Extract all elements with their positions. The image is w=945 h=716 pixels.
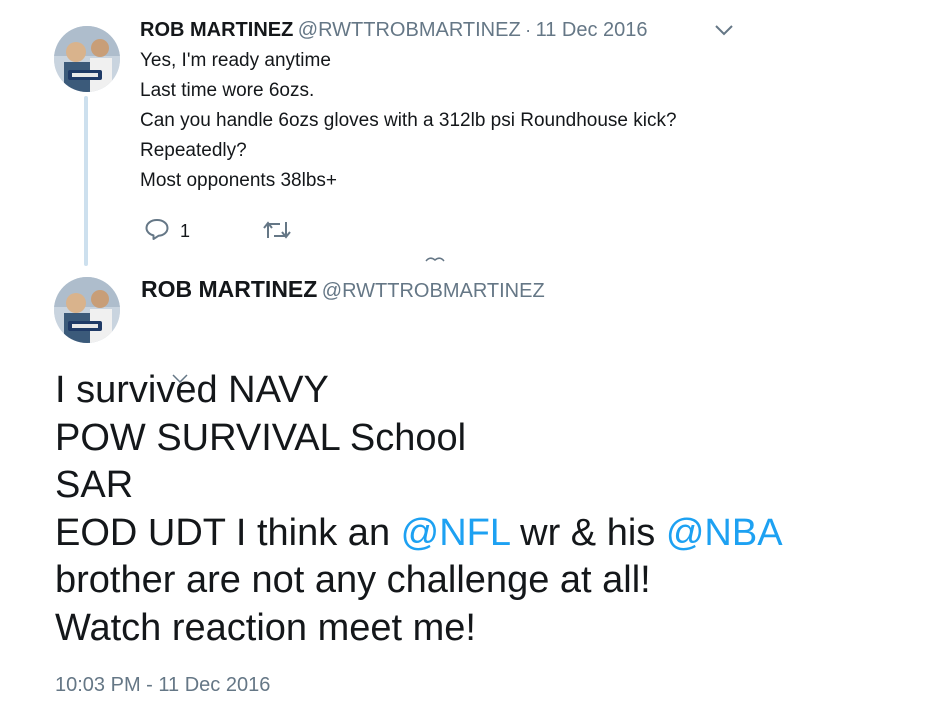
tweet-line: EOD UDT I think an @NFL wr & his @NBA [55, 510, 783, 558]
tweet-timestamp[interactable]: 10:03 PM - 11 Dec 2016 [55, 674, 270, 697]
reply-line: Last time wore 6ozs. [140, 80, 315, 101]
main-header: ROB MARTINEZ @RWTTROBMARTINEZ [141, 276, 545, 303]
author-name[interactable]: ROB MARTINEZ [140, 19, 293, 41]
reply-line: Yes, I'm ready anytime [140, 50, 331, 71]
retweet-icon[interactable] [262, 218, 292, 247]
tweet-line: POW SURVIVAL School [55, 416, 467, 459]
mention-link-nfl[interactable]: @NFL [401, 512, 510, 554]
tweet-line: I survived NAVY [55, 369, 329, 411]
tweet-line: SAR [55, 464, 134, 506]
chevron-down-icon[interactable] [712, 22, 736, 43]
show-more-icon[interactable] [424, 250, 446, 268]
reply-count: 1 [180, 221, 191, 241]
reply-header: ROB MARTINEZ @RWTTROBMARTINEZ · 11 Dec 2… [140, 19, 648, 42]
tweet-line: brother are not any challenge at all! [55, 559, 651, 601]
reply-icon [144, 217, 170, 246]
reply-button[interactable]: 1 [144, 217, 190, 246]
tweet-line: Watch reaction meet me! [55, 606, 476, 649]
mention-link-nba[interactable]: @NBA [666, 512, 783, 554]
separator: · [525, 20, 532, 40]
reply-text: Yes, I'm ready anytime Last time wore 6o… [140, 46, 677, 196]
author-handle[interactable]: @RWTTROBMARTINEZ [298, 19, 521, 41]
tweet-text-segment: EOD UDT I think an [55, 511, 401, 554]
tweet-date[interactable]: 11 Dec 2016 [536, 19, 648, 41]
reply-line: Can you handle 6ozs gloves with a 312lb … [140, 110, 677, 131]
author-name[interactable]: ROB MARTINEZ [141, 276, 317, 302]
thread-line [84, 96, 88, 266]
reply-line: Most opponents 38lbs+ [140, 170, 337, 191]
reply-line: Repeatedly? [140, 140, 247, 161]
avatar[interactable] [54, 277, 120, 343]
author-handle[interactable]: @RWTTROBMARTINEZ [322, 280, 545, 302]
tweet-text: I survived NAVY POW SURVIVAL School SAR … [55, 367, 783, 652]
avatar[interactable] [54, 26, 120, 92]
tweet-text-segment: wr & his [509, 511, 666, 554]
chevron-down-icon[interactable] [170, 372, 190, 391]
